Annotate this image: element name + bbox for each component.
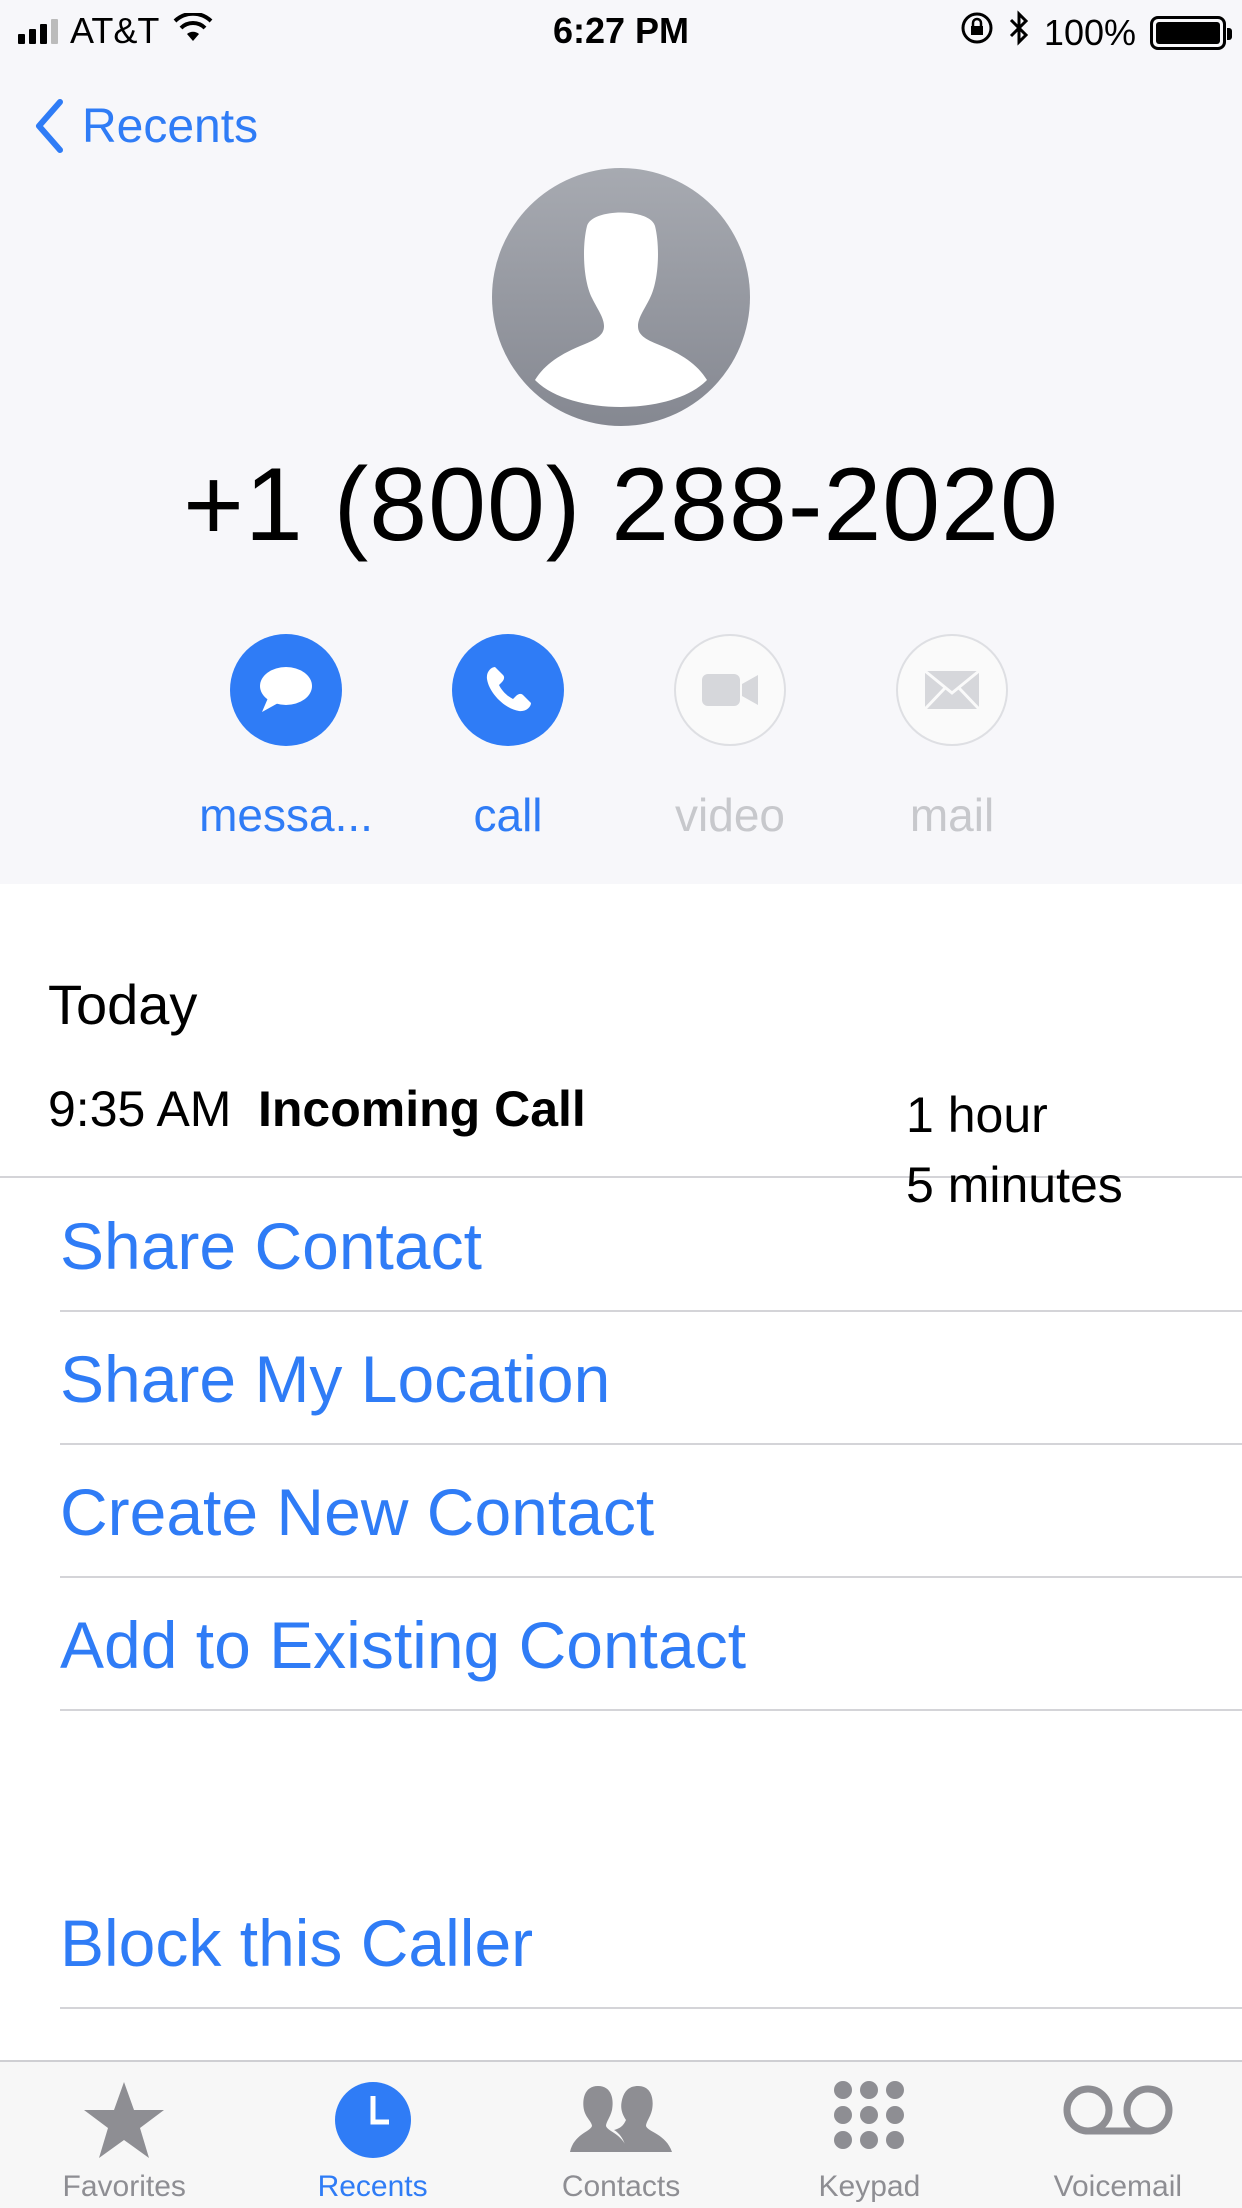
call-time: 9:35 AM <box>48 1081 232 1137</box>
star-icon <box>84 2082 165 2158</box>
status-bar: AT&T 6:27 PM 100% <box>0 0 1242 62</box>
phone-number: +1 (800) 288-2020 <box>183 447 1059 563</box>
mail-label: mail <box>909 789 995 841</box>
message-label: messa... <box>199 789 373 841</box>
call-duration-hours: 1 hour <box>906 1087 1048 1143</box>
call-label: call <box>473 789 543 841</box>
rotation-lock-icon <box>960 11 994 54</box>
tab-bar: Favorites Recents Contacts Keypad Voicem… <box>0 2060 1242 2208</box>
battery-percentage: 100% <box>1043 11 1136 53</box>
video-camera-icon <box>702 674 758 706</box>
message-bubble-icon <box>260 667 312 712</box>
tab-recents[interactable]: Recents <box>248 2062 496 2208</box>
video-label: video <box>675 789 785 841</box>
share-contact-button[interactable]: Share Contact <box>60 1180 1242 1312</box>
phone-icon <box>486 667 531 712</box>
battery-icon <box>1150 15 1232 50</box>
back-button[interactable]: Recents <box>34 94 258 158</box>
voicemail-icon <box>1063 2085 1173 2135</box>
share-location-button[interactable]: Share My Location <box>60 1313 1242 1445</box>
mail-button[interactable]: mail <box>852 634 1052 842</box>
call-type: Incoming Call <box>258 1081 586 1137</box>
message-button[interactable]: messa... <box>186 634 386 842</box>
add-to-existing-contact-button[interactable]: Add to Existing Contact <box>60 1579 1242 1711</box>
contacts-icon <box>570 2086 673 2152</box>
tab-keypad[interactable]: Keypad <box>745 2062 993 2208</box>
tab-label: Contacts <box>561 2170 681 2203</box>
video-button[interactable]: video <box>630 634 830 842</box>
tab-favorites[interactable]: Favorites <box>0 2062 248 2208</box>
avatar <box>492 168 750 426</box>
tab-label: Keypad <box>818 2170 921 2203</box>
person-silhouette-icon <box>535 212 707 407</box>
tab-contacts[interactable]: Contacts <box>497 2062 745 2208</box>
create-contact-button[interactable]: Create New Contact <box>60 1446 1242 1578</box>
keypad-icon <box>834 2081 905 2149</box>
tab-label: Recents <box>317 2170 428 2203</box>
block-caller-button[interactable]: Block this Caller <box>60 1877 1242 2009</box>
tab-label: Voicemail <box>1053 2170 1183 2203</box>
tab-label: Favorites <box>62 2170 186 2203</box>
clock-icon <box>334 2082 411 2158</box>
chevron-left-icon <box>36 99 63 153</box>
call-button[interactable]: call <box>408 634 608 842</box>
envelope-icon <box>923 669 981 711</box>
call-history-row: 9:35 AM Incoming Call 1 hour 5 minutes <box>0 1080 1242 1213</box>
bluetooth-icon <box>1008 10 1030 55</box>
tab-voicemail[interactable]: Voicemail <box>994 2062 1242 2208</box>
back-label: Recents <box>82 99 259 153</box>
history-section-title: Today <box>48 973 198 1036</box>
